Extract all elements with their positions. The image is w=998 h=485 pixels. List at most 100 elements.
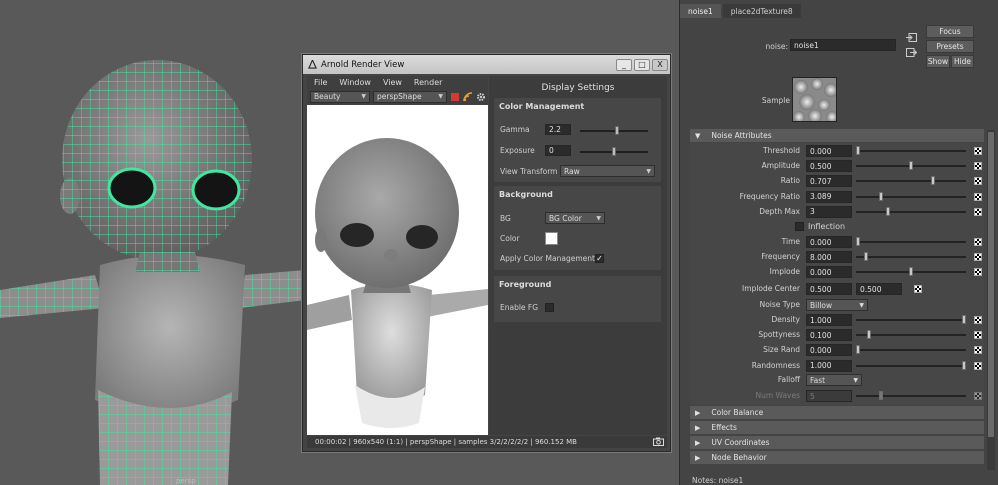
threshold-slider[interactable] <box>856 146 966 155</box>
randomness-slider[interactable] <box>856 360 966 370</box>
amplitude-slider[interactable] <box>856 161 966 171</box>
uv-coordinates-section-header[interactable]: ▶ UV Coordinates <box>690 436 984 449</box>
implode-field[interactable]: 0.000 <box>806 266 852 279</box>
map-texture-button[interactable] <box>974 162 982 171</box>
time-field[interactable]: 0.000 <box>806 236 852 248</box>
spottyness-field[interactable]: 0.100 <box>806 329 852 342</box>
frequency-slider[interactable] <box>856 252 966 262</box>
implode-slider-handle[interactable] <box>909 267 913 277</box>
map-texture-button[interactable] <box>974 346 982 355</box>
gamma-slider[interactable] <box>580 126 648 135</box>
map-texture-button[interactable] <box>974 177 982 186</box>
spottyness-slider[interactable] <box>856 330 966 340</box>
view-transform-dropdown[interactable]: Raw ▼ <box>560 165 655 177</box>
map-texture-button[interactable] <box>974 316 982 324</box>
noise-sample-swatch[interactable] <box>792 77 837 122</box>
map-texture-button[interactable] <box>974 331 982 340</box>
size-rand-field[interactable]: 0.000 <box>806 344 852 357</box>
noise-name-field[interactable]: noise1 <box>790 39 896 51</box>
menu-window[interactable]: Window <box>339 78 371 87</box>
close-button[interactable]: X <box>652 58 668 71</box>
exposure-field[interactable]: 0 <box>545 145 571 156</box>
gamma-slider-handle[interactable] <box>615 126 620 135</box>
ratio-slider[interactable] <box>856 176 966 186</box>
menu-file[interactable]: File <box>314 78 327 87</box>
menu-render[interactable]: Render <box>414 78 442 87</box>
map-texture-button[interactable] <box>914 285 922 293</box>
amplitude-field[interactable]: 0.500 <box>806 160 852 173</box>
frequency-field[interactable]: 8.000 <box>806 251 852 264</box>
implode-center-u-field[interactable]: 0.500 <box>806 283 852 295</box>
attribute-editor-scrollbar[interactable] <box>987 130 995 470</box>
maximize-button[interactable]: □ <box>634 58 650 71</box>
aov-dropdown[interactable]: Beauty ▼ <box>310 90 370 103</box>
time-slider-handle[interactable] <box>856 237 860 246</box>
output-connection-icon[interactable] <box>906 48 918 59</box>
amplitude-slider-handle[interactable] <box>909 161 913 171</box>
arnold-render-view-window[interactable]: Arnold Render View _ □ X File Window Vie… <box>302 54 671 452</box>
input-connection-icon[interactable] <box>906 33 917 44</box>
window-titlebar[interactable]: Arnold Render View _ □ X <box>303 55 670 74</box>
randomness-field[interactable]: 1.000 <box>806 359 852 372</box>
color-balance-section-header[interactable]: ▶ Color Balance <box>690 406 984 419</box>
noise-type-dropdown[interactable]: Billow ▼ <box>806 299 868 311</box>
ratio-slider-handle[interactable] <box>930 176 935 186</box>
chevron-down-icon: ▼ <box>361 93 366 100</box>
stop-render-icon[interactable] <box>450 92 460 102</box>
time-slider[interactable] <box>856 237 966 246</box>
enable-fg-checkbox[interactable] <box>545 303 554 312</box>
implode-center-v-field[interactable]: 0.500 <box>856 283 902 295</box>
presets-button[interactable]: Presets <box>926 40 974 53</box>
show-button[interactable]: Show <box>926 55 950 68</box>
bg-dropdown[interactable]: BG Color ▼ <box>545 212 605 224</box>
spottyness-label: Spottyness <box>758 330 800 340</box>
hide-button[interactable]: Hide <box>951 55 974 68</box>
effects-section-header[interactable]: ▶ Effects <box>690 421 984 434</box>
threshold-slider-handle[interactable] <box>856 146 860 155</box>
depth-max-slider-handle[interactable] <box>885 206 890 216</box>
spottyness-slider-handle[interactable] <box>866 330 871 340</box>
map-texture-button[interactable] <box>974 192 982 201</box>
focus-button[interactable]: Focus <box>926 25 974 38</box>
inflection-checkbox[interactable] <box>795 222 804 231</box>
size-rand-slider[interactable] <box>856 345 966 355</box>
menu-view[interactable]: View <box>383 78 402 87</box>
depth-max-field[interactable]: 3 <box>806 205 852 218</box>
map-texture-button[interactable] <box>974 361 982 370</box>
camera-dropdown[interactable]: perspShape ▼ <box>373 90 447 103</box>
apply-color-management-checkbox[interactable]: ✓ <box>595 254 604 263</box>
exposure-slider-handle[interactable] <box>612 147 616 156</box>
ipr-icon[interactable] <box>463 91 473 102</box>
frequency-ratio-slider-handle[interactable] <box>879 191 884 201</box>
randomness-slider-handle[interactable] <box>962 360 966 370</box>
gear-icon[interactable] <box>476 92 486 102</box>
depth-max-slider[interactable] <box>856 206 966 216</box>
map-texture-button[interactable] <box>974 207 982 216</box>
frequency-slider-handle[interactable] <box>864 252 869 262</box>
density-slider[interactable] <box>856 315 966 324</box>
map-texture-button[interactable] <box>974 147 982 155</box>
size-rand-slider-handle[interactable] <box>856 345 860 355</box>
map-texture-button[interactable] <box>974 268 982 277</box>
density-field[interactable]: 1.000 <box>806 314 852 326</box>
map-texture-button[interactable] <box>974 253 982 262</box>
ratio-field[interactable]: 0.707 <box>806 175 852 188</box>
minimize-button[interactable]: _ <box>616 58 632 71</box>
snapshot-camera-icon[interactable] <box>653 437 664 448</box>
bg-color-swatch[interactable] <box>545 232 558 245</box>
density-slider-handle[interactable] <box>962 315 966 324</box>
scrollbar-thumb[interactable] <box>988 132 994 437</box>
node-behavior-section-header[interactable]: ▶ Node Behavior <box>690 451 984 464</box>
map-texture-button[interactable] <box>974 238 982 246</box>
threshold-field[interactable]: 0.000 <box>806 145 852 157</box>
implode-slider[interactable] <box>856 267 966 277</box>
exposure-slider[interactable] <box>580 147 648 156</box>
tab-noise1[interactable]: noise1 <box>680 4 721 18</box>
noise-attributes-header[interactable]: ▼ Noise Attributes <box>690 129 984 142</box>
gamma-field[interactable]: 2.2 <box>545 124 571 135</box>
tab-place2dtexture8[interactable]: place2dTexture8 <box>722 4 801 18</box>
render-canvas[interactable] <box>307 105 488 435</box>
frequency-ratio-field[interactable]: 3.089 <box>806 190 852 203</box>
frequency-ratio-slider[interactable] <box>856 191 966 201</box>
falloff-dropdown[interactable]: Fast ▼ <box>806 374 862 386</box>
